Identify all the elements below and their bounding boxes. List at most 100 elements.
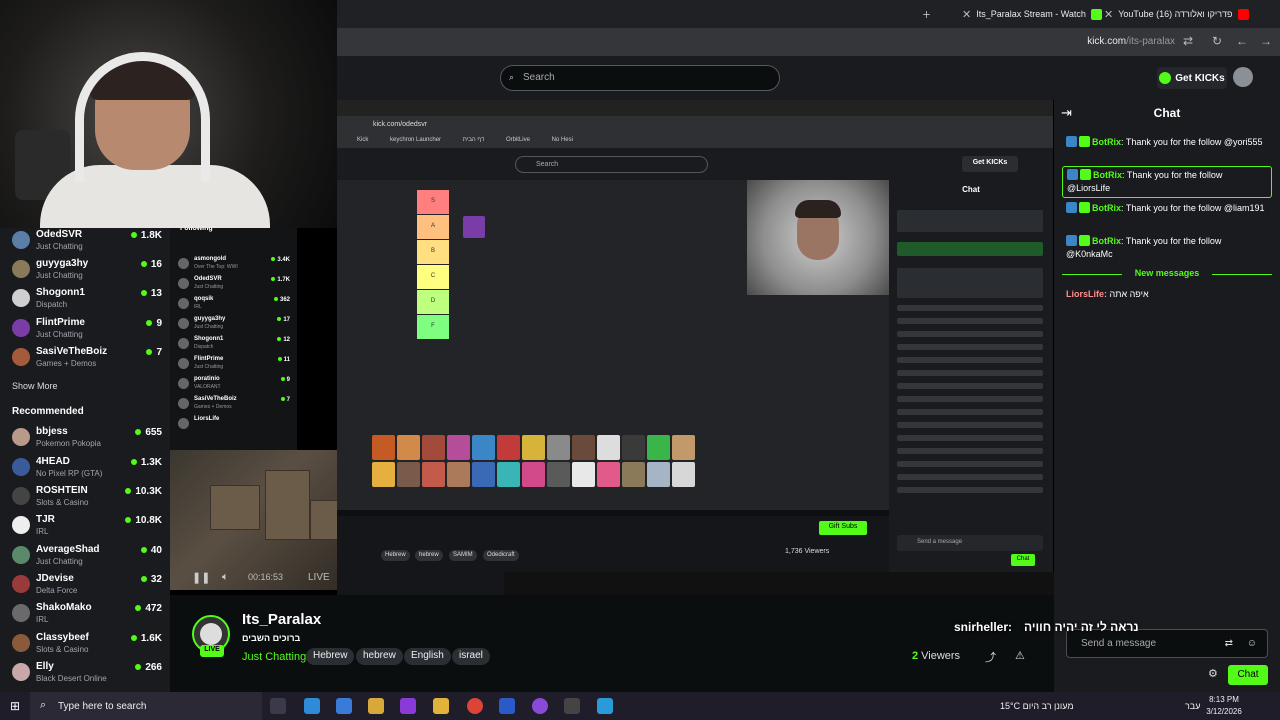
channel-category: Just Chatting <box>36 271 83 280</box>
edge-icon[interactable] <box>304 698 320 714</box>
channel-category: Just Chatting <box>36 330 83 339</box>
share-icon[interactable]: ⤴ <box>985 649 996 665</box>
pause-icon[interactable]: ❚❚ <box>192 571 210 584</box>
chat-line-shape <box>897 383 1043 389</box>
viewer-count: 1.6K <box>130 633 162 644</box>
live-dot-icon <box>140 576 147 582</box>
video-inner-viewers: 1,736 Viewers <box>785 548 830 555</box>
sidebar-channel-averageshad[interactable]: AverageShad Just Chatting 40 <box>12 543 162 571</box>
obs-icon[interactable] <box>564 698 580 714</box>
close-icon[interactable]: ✕ <box>1104 8 1113 21</box>
app-icon[interactable] <box>597 698 613 714</box>
channel-name[interactable]: Its_Paralax <box>242 611 321 628</box>
sidebar-channel-guyyga3hy[interactable]: guyyga3hy Just Chatting 16 <box>12 257 162 285</box>
sidebar-channel-flintprime[interactable]: FlintPrime Just Chatting 9 <box>12 316 162 344</box>
os-taskbar: ⊞ ⌕ Type here to search 15°C מעונן רב היו… <box>0 692 1280 720</box>
row-name: FlintPrime <box>194 356 224 362</box>
stream-category-link[interactable]: Just Chatting <box>242 651 306 663</box>
get-kicks-button[interactable]: Get KICKs <box>1157 67 1227 89</box>
sidebar-channel-classybeef[interactable]: Classybeef Slots & Casino 1.6K <box>12 631 162 659</box>
chat-line-shape <box>897 461 1043 467</box>
translate-icon[interactable]: ⇄ <box>1183 34 1193 48</box>
folder-icon[interactable] <box>433 698 449 714</box>
chat-send-button[interactable]: Chat <box>1228 665 1268 685</box>
row-viewers-value: 12 <box>283 337 290 343</box>
user-avatar[interactable] <box>1233 67 1253 87</box>
tab-label: YouTube (16) פדריקו ואלורדה <box>1118 9 1233 19</box>
volume-icon[interactable]: 🔈︎ <box>222 571 229 584</box>
chat-username[interactable]: BotRix <box>1092 137 1121 147</box>
sidebar-channel-4head[interactable]: 4HEAD No Pixel RP (GTA) 1.3K <box>12 455 162 483</box>
headset-shape <box>75 52 210 182</box>
report-icon[interactable]: ⚠ <box>1015 649 1025 662</box>
sidebar-channel-odedsvr[interactable]: OdedSVR Just Chatting 1.8K <box>12 228 162 256</box>
app-icon[interactable] <box>499 698 515 714</box>
chat-username[interactable]: LiorsLife: <box>1066 289 1107 299</box>
viewer-count-value: 655 <box>145 427 162 438</box>
back-icon[interactable]: ← <box>1236 34 1248 48</box>
player-live-label[interactable]: LIVE <box>308 572 330 583</box>
sidebar-channel-sasivetheboiz[interactable]: SasiVeTheBoiz Games + Demos 7 <box>12 345 162 373</box>
chat-username[interactable]: BotRix <box>1093 170 1122 180</box>
windows-start-icon[interactable]: ⊞ <box>10 699 24 713</box>
chat-line-shape <box>897 268 1043 298</box>
chat-line-shape <box>897 409 1043 415</box>
viewer-count: 10.3K <box>125 486 162 497</box>
video-inner-row: asmongold Over The Top: WWI 3.4K <box>178 256 290 274</box>
language-indicator[interactable]: עבר <box>1185 701 1200 711</box>
close-icon[interactable]: ✕ <box>962 8 971 21</box>
sidebar-channel-roshtein[interactable]: ROSHTEIN Slots & Casino 10.3K <box>12 484 162 512</box>
bot-badge-icon <box>1066 136 1077 147</box>
new-tab-button[interactable]: ＋ <box>922 3 931 25</box>
viewer-count-value: 40 <box>150 545 162 556</box>
live-dot-icon <box>273 297 278 301</box>
chrome-icon[interactable] <box>467 698 483 714</box>
viewer-count-value: 10.8K <box>135 515 162 526</box>
emote-image <box>397 435 420 460</box>
chat-username[interactable]: BotRix <box>1092 236 1121 246</box>
tag-chip[interactable]: Hebrew <box>306 648 355 665</box>
search-input[interactable]: ⌕ Search <box>500 65 780 91</box>
copilot-icon[interactable] <box>368 698 384 714</box>
row-viewers-value: 11 <box>283 357 290 363</box>
clock[interactable]: 8:13 PM 3/12/2026 <box>1200 694 1248 718</box>
sidebar-channel-jdevise[interactable]: JDevise Delta Force 32 <box>12 572 162 600</box>
translate-icon[interactable]: ⇄ <box>1225 638 1233 649</box>
live-dot-icon <box>135 605 142 611</box>
gear-icon[interactable]: ⚙ <box>1208 667 1218 680</box>
sidebar-channel-tjr[interactable]: TJR IRL 10.8K <box>12 513 162 541</box>
taskbar-search[interactable]: ⌕ Type here to search <box>30 692 262 720</box>
store-icon[interactable] <box>336 698 352 714</box>
tag-chip[interactable]: israel <box>452 648 490 665</box>
channel-name: AverageShad <box>36 544 100 555</box>
row-name: LiorsLife <box>194 416 220 422</box>
sidebar-channel-elly[interactable]: Elly Black Desert Online 266 <box>12 660 162 688</box>
channel-name: guyyga3hy <box>36 258 89 269</box>
emoji-icon[interactable]: ☺ <box>1247 638 1257 649</box>
chat-message: LiorsLife: איפה אתה <box>1066 289 1149 299</box>
sidebar-channel-shogonn1[interactable]: Shogonn1 Dispatch 13 <box>12 286 162 314</box>
sidebar-channel-bbjess[interactable]: bbjess Pokemon Pokopia 655 <box>12 425 162 453</box>
weather-widget[interactable]: 15°C מעונן רב היום <box>1000 701 1074 711</box>
row-name: SasiVeTheBoiz <box>194 396 237 402</box>
tag-chip[interactable]: English <box>404 648 451 665</box>
task-view-icon[interactable] <box>270 698 286 714</box>
forward-icon[interactable]: → <box>1260 34 1272 48</box>
show-more-link[interactable]: Show More <box>12 381 58 391</box>
discord-icon[interactable] <box>532 698 548 714</box>
reload-icon[interactable]: ↻ <box>1212 34 1222 48</box>
bookmark-item: OrbitLive <box>505 137 530 143</box>
tag-chip[interactable]: hebrew <box>356 648 403 665</box>
tab-youtube[interactable]: ✕ YouTube (16) פדריקו ואלורדה <box>1104 3 1249 25</box>
chat-line-shape <box>897 487 1043 493</box>
sidebar-channel-shakomako[interactable]: ShakoMako IRL 472 <box>12 601 162 629</box>
tab-its-paralax[interactable]: ✕ Its_Paralax Stream - Watch <box>962 3 1102 25</box>
emote-image <box>497 462 520 487</box>
m365-icon[interactable] <box>400 698 416 714</box>
url-text[interactable]: kick.com/its-paralax <box>1087 36 1175 47</box>
channel-category: Just Chatting <box>36 557 83 566</box>
stream-title: ברוכים השבים <box>242 633 301 643</box>
chat-username[interactable]: BotRix <box>1092 203 1121 213</box>
live-dot-icon <box>130 232 137 238</box>
live-dot-icon <box>277 337 282 341</box>
